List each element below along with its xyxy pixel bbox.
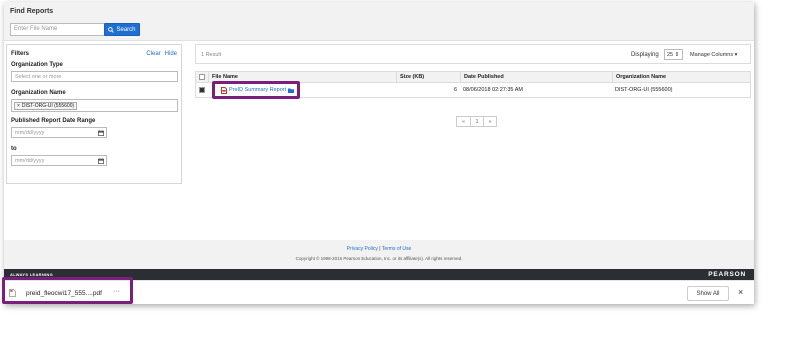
file-name-search-input[interactable]: Enter File Name — [10, 23, 106, 36]
col-header-size[interactable]: Size (KB) — [396, 72, 460, 82]
footer-separator: | — [379, 246, 381, 252]
org-type-label: Organization Type — [11, 62, 63, 68]
close-shelf-icon[interactable]: × — [738, 287, 743, 297]
page-size-value: 25 — [667, 52, 674, 58]
table-row: PreID Summary Report 6 08/06/2018 02:27:… — [196, 83, 750, 97]
org-name-select[interactable]: × DIST-ORG-UI (555600) — [11, 99, 178, 112]
col-header-date[interactable]: Date Published — [460, 72, 612, 82]
clear-filters-link[interactable]: Clear — [146, 51, 160, 57]
calendar-icon[interactable] — [98, 158, 104, 164]
folder-icon[interactable] — [288, 88, 295, 93]
search-button-label: Search — [116, 26, 136, 33]
show-all-button[interactable]: Show All — [687, 286, 729, 301]
date-cell: 08/06/2018 02:27:35 AM — [463, 87, 523, 93]
find-reports-title: Find Reports — [10, 8, 54, 15]
filters-title: Filters — [11, 51, 30, 57]
brand-bar: ALWAYS LEARNING PEARSON — [4, 269, 754, 280]
chip-label: DIST-ORG-UI (555600) — [21, 103, 75, 109]
size-cell: 6 — [453, 87, 457, 93]
footer-links: Privacy Policy | Terms of Use — [4, 246, 754, 252]
org-type-select[interactable]: Select one or more — [11, 71, 178, 82]
manage-columns-label: Manage Columns — [690, 52, 734, 58]
org-name-label: Organization Name — [11, 90, 66, 96]
pdf-file-icon — [221, 86, 227, 94]
results-table: File Name Size (KB) Date Published Organ… — [195, 71, 751, 98]
terms-of-use-link[interactable]: Terms of Use — [382, 246, 411, 252]
file-link[interactable]: PreID Summary Report — [221, 86, 295, 94]
tagline: ALWAYS LEARNING — [10, 272, 54, 277]
copyright-text: Copyright © 1998-2015 Pearson Education,… — [295, 256, 463, 261]
results-header: 1 Result Displaying 25 ⇕ Manage Columns … — [195, 44, 751, 64]
date-from-placeholder: mm/dd/yyyy — [15, 130, 45, 136]
privacy-policy-link[interactable]: Privacy Policy — [347, 246, 378, 252]
org-cell: DIST-ORG-UI (555600) — [615, 87, 673, 93]
date-range-label: Published Report Date Range — [11, 118, 96, 124]
pdf-file-icon — [9, 289, 16, 297]
manage-columns-button[interactable]: Manage Columns ▾ — [690, 52, 737, 58]
col-header-file-name[interactable]: File Name — [208, 72, 396, 82]
pager-prev[interactable]: « — [457, 117, 470, 126]
table-header-row: File Name Size (KB) Date Published Organ… — [196, 72, 750, 83]
results-count: 1 Result — [201, 52, 222, 58]
date-to-input[interactable]: mm/dd/yyyy — [11, 155, 107, 166]
file-name-text: PreID Summary Report — [229, 87, 287, 93]
chip-remove-icon[interactable]: × — [17, 103, 20, 109]
displaying-label: Displaying — [631, 52, 659, 58]
file-name-cell: PreID Summary Report — [218, 83, 398, 97]
pager-next[interactable]: » — [483, 117, 496, 126]
find-reports-bar: Find Reports Enter File Name Search — [4, 2, 754, 41]
org-name-chip: × DIST-ORG-UI (555600) — [14, 102, 78, 110]
select-all-checkbox[interactable] — [199, 74, 205, 80]
hide-filters-link[interactable]: Hide — [165, 51, 177, 57]
browser-page: Find Reports Enter File Name Search Filt… — [4, 2, 754, 304]
date-from-input[interactable]: mm/dd/yyyy — [11, 127, 107, 138]
download-shelf: preid_fleocwi17_555....pdf ··· Show All … — [4, 280, 754, 304]
row-checkbox[interactable] — [199, 87, 205, 93]
download-more-icon[interactable]: ··· — [113, 288, 120, 295]
caret-down-icon: ▾ — [734, 52, 738, 58]
search-button[interactable]: Search — [104, 23, 140, 36]
date-to-placeholder: mm/dd/yyyy — [15, 158, 45, 164]
calendar-icon[interactable] — [98, 130, 104, 136]
pagination: « 1 » — [456, 116, 497, 127]
page-footer: Privacy Policy | Terms of Use Copyright … — [4, 240, 754, 269]
search-icon — [108, 26, 115, 33]
download-file-name[interactable]: preid_fleocwi17_555....pdf — [26, 290, 102, 297]
pager-page-1[interactable]: 1 — [470, 117, 483, 126]
pearson-logo: PEARSON — [708, 271, 746, 278]
to-label: to — [11, 146, 17, 152]
filters-panel: Filters Clear Hide Organization Type Sel… — [6, 44, 182, 184]
page-size-select[interactable]: 25 ⇕ — [664, 49, 683, 60]
filters-actions: Clear Hide — [146, 51, 177, 57]
col-header-org[interactable]: Organization Name — [612, 72, 751, 82]
